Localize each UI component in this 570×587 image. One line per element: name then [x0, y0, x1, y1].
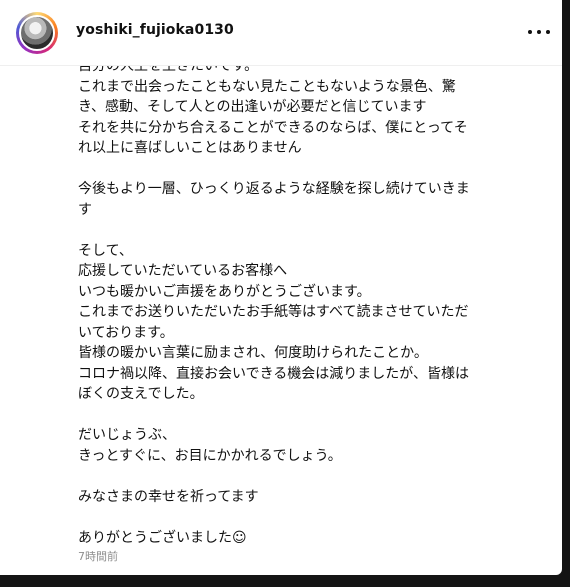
caption-scroll-area[interactable]: 自分の人生を生きたいです。 これまで出会ったこともない見たこともないような景色、驚…: [0, 36, 562, 575]
caption-line: そして、: [78, 242, 133, 259]
more-horizontal-icon: [546, 30, 550, 34]
avatar[interactable]: [19, 15, 55, 51]
more-options-button[interactable]: [526, 20, 552, 44]
caption-line: だいじょうぶ、: [78, 427, 176, 443]
post-caption: 自分の人生を生きたいです。 これまで出会ったこともない見たこともないような景色、驚…: [78, 56, 518, 548]
caption-line: これまでお送りいただいたお手紙等はすべて読まさせていただ: [78, 304, 469, 320]
caption-line: き、感動、そして人との出逢いが必要だと信じています: [78, 99, 427, 115]
caption-line: [78, 466, 518, 487]
caption-line: [78, 405, 518, 426]
caption-line: それを共に分かち合えることができるのならば、僕にとってそ: [78, 119, 468, 136]
caption-line: 皆様の暖かい言葉に励まされ、何度助けられたことか。: [78, 345, 428, 361]
post-header: yoshiki_fujioka0130: [0, 0, 562, 66]
caption-line: す: [78, 201, 92, 218]
username-link[interactable]: yoshiki_fujioka0130: [76, 22, 234, 38]
caption-line: これまで出会ったこともない見たこともないような景色、驚: [78, 78, 456, 95]
caption-line: ぼくの支えでした。: [78, 386, 204, 402]
caption-line: 応援していただいているお客様へ: [78, 263, 288, 279]
caption-line: [78, 159, 518, 180]
more-horizontal-icon: [528, 30, 532, 34]
caption-line: きっとすぐに、お目にかかれるでしょう。: [78, 447, 342, 464]
post-panel: 自分の人生を生きたいです。 これまで出会ったこともない見たこともないような景色、驚…: [0, 0, 562, 575]
caption-line: れ以上に喜ばしいことはありません: [78, 140, 302, 156]
avatar-story-ring[interactable]: [16, 12, 58, 54]
caption-line: いつも暖かいご声援をありがとうございます。: [78, 283, 371, 300]
post-timestamp[interactable]: 7時間前: [78, 548, 118, 564]
caption-line: 今後もより一層、ひっくり返るような経験を探し続けていきま: [78, 181, 470, 197]
caption-line: コロナ禍以降、直接お会いできる機会は減りましたが、皆様は: [78, 365, 470, 382]
more-horizontal-icon: [537, 30, 541, 34]
caption-line: みなさまの幸せを祈ってます: [78, 488, 259, 505]
caption-line: [78, 507, 518, 528]
caption-line: [78, 220, 518, 241]
caption-line: いております。: [78, 324, 174, 341]
caption-line: ありがとうございました☺: [78, 529, 247, 546]
